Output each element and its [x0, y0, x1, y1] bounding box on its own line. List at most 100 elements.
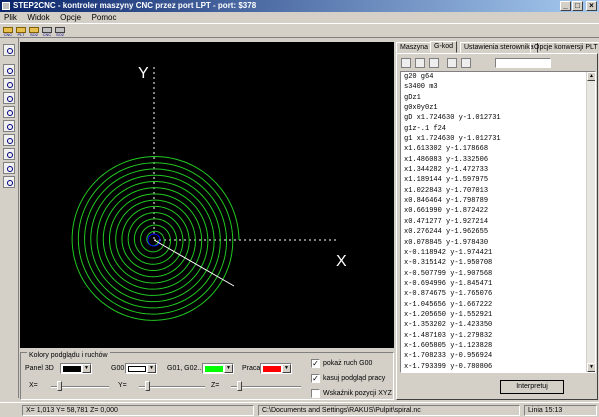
gcode-line: x-0.507799 y-1.907568: [404, 269, 493, 278]
group-legend: Kolory podglądu i ruchów: [27, 352, 110, 360]
g00-color-select[interactable]: ▼: [125, 363, 157, 374]
slider-z-label: Z=: [211, 382, 220, 389]
copy-icon[interactable]: [401, 58, 411, 68]
view-front-icon[interactable]: [3, 162, 15, 174]
toolpath-preview[interactable]: Y X: [20, 42, 394, 348]
open-so2-button[interactable]: SO2: [28, 25, 40, 37]
status-bar: X= 1,013 Y= 58,781 Z= 0,000 C:\Documents…: [0, 402, 599, 417]
panel3d-color-fill: [63, 366, 81, 372]
save-cnc-button[interactable]: CNC: [41, 25, 53, 37]
slider-thumb[interactable]: [145, 381, 150, 391]
gcode-line: x1.022843 y-1.707013: [404, 186, 489, 195]
maximize-button[interactable]: □: [572, 1, 583, 11]
title-bar: STEP2CNC - kontroler maszyny CNC przez p…: [0, 0, 599, 12]
find-icon[interactable]: [447, 58, 457, 68]
show-g00-label: pokaż ruch G00: [323, 360, 373, 367]
g01-color-select[interactable]: ▼: [202, 363, 234, 374]
gcode-line: g0x0y0z1: [404, 104, 438, 113]
menu-pomoc[interactable]: Pomoc: [88, 12, 121, 23]
gcode-line: x1.486083 y-1.332506: [404, 155, 489, 164]
window-title: STEP2CNC - kontroler maszyny CNC przez p…: [13, 1, 257, 10]
praca-label: Praca: [242, 365, 261, 372]
position-indicator-checkbox[interactable]: [311, 389, 320, 398]
gcode-line: s3400 m3: [404, 83, 438, 92]
panel3d-color-select[interactable]: ▼: [60, 363, 92, 374]
clear-preview-checkbox[interactable]: ✓: [311, 374, 320, 383]
zoom-out-icon[interactable]: [3, 78, 15, 90]
slider-x-label: X=: [29, 382, 38, 389]
g01-color-fill: [205, 366, 223, 372]
gcode-line: gD x1.724630 y-1.012731: [404, 114, 501, 123]
lead-out-line: [153, 239, 235, 287]
toolpath-svg: Y X: [71, 65, 347, 321]
gcode-editor[interactable]: g20 g64 s3400 m3 gDz1 g0x0y0z1 gD x1.724630 …: [400, 71, 596, 373]
gcode-panel: g20 g64 s3400 m3 gDz1 g0x0y0z1 gD x1.724630 …: [396, 53, 598, 400]
paste-icon[interactable]: [429, 58, 439, 68]
pan-icon[interactable]: [3, 120, 15, 132]
menu-bar: Plik Widok Opcje Pomoc: [0, 12, 599, 23]
zoom-window-icon[interactable]: [3, 106, 15, 118]
vertical-scrollbar[interactable]: ▲ ▼: [586, 72, 595, 372]
replace-icon[interactable]: [461, 58, 471, 68]
show-g00-checkbox[interactable]: ✓: [311, 359, 320, 368]
chevron-down-icon: ▼: [224, 364, 233, 373]
gcode-line: x-1.353202 y-1.423350: [404, 321, 493, 330]
y-position-slider[interactable]: [139, 381, 205, 391]
praca-color-select[interactable]: ▼: [260, 363, 292, 374]
save-so2-button[interactable]: SO2: [54, 25, 66, 37]
open-cnc-button[interactable]: CNC: [2, 25, 14, 37]
praca-color-fill: [263, 366, 281, 372]
open-plt-button[interactable]: PLT: [15, 25, 27, 37]
gcode-line: x-1.793399 y-0.780806: [404, 362, 493, 371]
zoom-fit-icon[interactable]: [3, 92, 15, 104]
minimize-button[interactable]: _: [560, 1, 571, 11]
slider-thumb[interactable]: [57, 381, 62, 391]
editor-toolbar: [401, 57, 595, 69]
scroll-down-icon[interactable]: ▼: [587, 363, 595, 372]
gcode-line: x-1.045656 y-1.667222: [404, 300, 493, 309]
gcode-line: x-1.708233 y-0.956924: [404, 352, 493, 361]
g01-label: G01, G02...: [167, 365, 204, 372]
slider-thumb[interactable]: [237, 381, 242, 391]
x-position-slider[interactable]: [51, 381, 109, 391]
z-position-slider[interactable]: [231, 381, 301, 391]
scroll-up-icon[interactable]: ▲: [587, 72, 595, 81]
chevron-down-icon: ▼: [147, 364, 156, 373]
close-button[interactable]: ×: [586, 1, 597, 11]
menu-widok[interactable]: Widok: [23, 12, 53, 23]
view-side-icon[interactable]: [3, 176, 15, 188]
gcode-line: x0.846464 y-1.798789: [404, 197, 489, 206]
x-axis-label: X: [336, 253, 347, 270]
zoom-in-icon[interactable]: [3, 64, 15, 76]
gcode-line: x-0.315142 y-1.950708: [404, 259, 493, 268]
slider-y-label: Y=: [118, 382, 127, 389]
menu-opcje[interactable]: Opcje: [56, 12, 85, 23]
select-tool-icon[interactable]: [3, 44, 15, 56]
right-tabs: Maszyna G-kod Ustawienia sterownika Opcj…: [396, 41, 599, 53]
search-input[interactable]: [495, 58, 551, 68]
gcode-line: x0.276244 y-1.962655: [404, 228, 489, 237]
view-top-icon[interactable]: [3, 148, 15, 160]
tab-opcje-konwersji-plt[interactable]: Opcje konwersji PLT: [530, 42, 599, 53]
gcode-line: x-1.487103 y-1.279832: [404, 331, 493, 340]
tab-maszyna[interactable]: Maszyna: [396, 42, 433, 53]
gcode-line: x0.471277 y-1.927214: [404, 217, 489, 226]
gcode-line: x1.613302 y-1.178668: [404, 145, 489, 154]
gcode-line: x-1.605805 y-1.123828: [404, 341, 493, 350]
gcode-line: x1.344282 y-1.472733: [404, 166, 489, 175]
gcode-line: x0.078845 y-1.978430: [404, 238, 489, 247]
tab-gkod[interactable]: G-kod: [430, 41, 458, 53]
chevron-down-icon: ▼: [282, 364, 291, 373]
spiral-toolpath: [71, 156, 240, 321]
gcode-line: x-0.694996 y-1.845471: [404, 279, 493, 288]
g00-label: G00: [111, 365, 125, 372]
menu-plik[interactable]: Plik: [0, 12, 21, 23]
tab-ustawienia-sterownika[interactable]: Ustawienia sterownika: [460, 42, 538, 53]
panel3d-label: Panel 3D: [25, 365, 54, 372]
cut-icon[interactable]: [415, 58, 425, 68]
preview-colors-group: Kolory podglądu i ruchów Panel 3D ▼ G00 …: [20, 352, 394, 400]
gcode-lines: g20 g64 s3400 m3 gDz1 g0x0y0z1 gD x1.724630 …: [404, 72, 582, 372]
axes-icon[interactable]: [3, 134, 15, 146]
interpret-button[interactable]: Interpretuj: [500, 380, 564, 394]
coords-readout: X= 1,013 Y= 58,781 Z= 0,000: [22, 405, 254, 416]
